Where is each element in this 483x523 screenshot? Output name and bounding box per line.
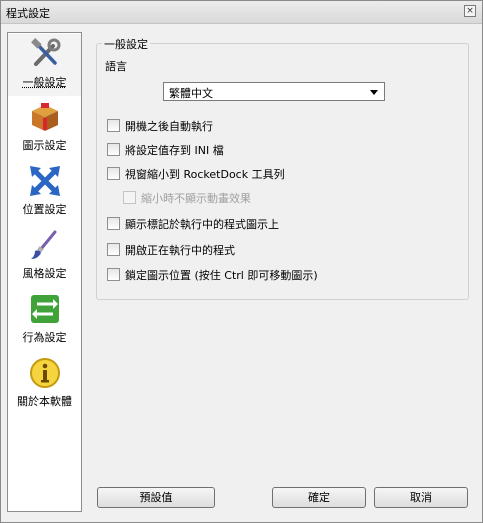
title-bar: 程式設定 × — [1, 1, 482, 24]
lock-icons-checkbox[interactable] — [107, 268, 120, 281]
language-select[interactable]: 繁體中文 — [163, 82, 385, 101]
chevron-down-icon — [370, 90, 378, 95]
info-icon — [30, 358, 60, 388]
sidebar-item-label: 風格設定 — [22, 267, 67, 280]
tools-icon — [31, 38, 61, 66]
sidebar-item-label: 圖示設定 — [22, 139, 67, 152]
save-ini-checkbox[interactable] — [107, 143, 120, 156]
sidebar-item-general[interactable]: 一般設定 — [8, 34, 81, 96]
show-running-marker-checkbox[interactable] — [107, 217, 120, 230]
option-label: 開機之後自動執行 — [125, 120, 213, 133]
settings-window: 程式設定 × 一般設定 圖示設定 位置設定 風格設定 行為設定 關於本軟體 一般… — [0, 0, 483, 523]
option-label: 顯示標記於執行中的程式圖示上 — [125, 218, 279, 231]
window-title: 程式設定 — [6, 7, 50, 20]
sidebar-item-label: 關於本軟體 — [17, 395, 72, 408]
sidebar-item-icons[interactable]: 圖示設定 — [8, 97, 81, 159]
cancel-button[interactable]: 取消 — [374, 487, 468, 508]
defaults-button[interactable]: 預設值 — [97, 487, 215, 508]
open-running-checkbox[interactable] — [107, 243, 120, 256]
option-label: 縮小時不顯示動畫效果 — [141, 192, 251, 205]
sidebar: 一般設定 圖示設定 位置設定 風格設定 行為設定 關於本軟體 — [7, 32, 82, 512]
sidebar-item-style[interactable]: 風格設定 — [8, 225, 81, 287]
language-value: 繁體中文 — [169, 87, 213, 100]
no-animation-checkbox — [123, 191, 136, 204]
arrows-icon — [30, 166, 60, 196]
autostart-checkbox[interactable] — [107, 119, 120, 132]
exchange-icon — [31, 295, 59, 323]
option-label: 視窗縮小到 RocketDock 工具列 — [125, 168, 285, 181]
sidebar-item-label: 位置設定 — [22, 203, 67, 216]
option-label: 鎖定圖示位置 (按住 Ctrl 即可移動圖示) — [125, 269, 318, 282]
box-icon — [32, 103, 58, 131]
ok-button[interactable]: 確定 — [272, 487, 366, 508]
sidebar-item-label: 一般設定 — [22, 76, 67, 89]
brush-icon — [31, 230, 57, 259]
option-label: 開啟正在執行中的程式 — [125, 244, 235, 257]
minimize-to-dock-checkbox[interactable] — [107, 167, 120, 180]
group-title: 一般設定 — [102, 36, 150, 52]
sidebar-item-behavior[interactable]: 行為設定 — [8, 289, 81, 351]
sidebar-item-about[interactable]: 關於本軟體 — [8, 353, 81, 415]
close-button[interactable]: × — [464, 5, 476, 17]
option-label: 將設定值存到 INI 檔 — [125, 144, 224, 157]
sidebar-item-position[interactable]: 位置設定 — [8, 161, 81, 223]
sidebar-item-label: 行為設定 — [22, 331, 67, 344]
language-label: 語言 — [105, 60, 127, 73]
